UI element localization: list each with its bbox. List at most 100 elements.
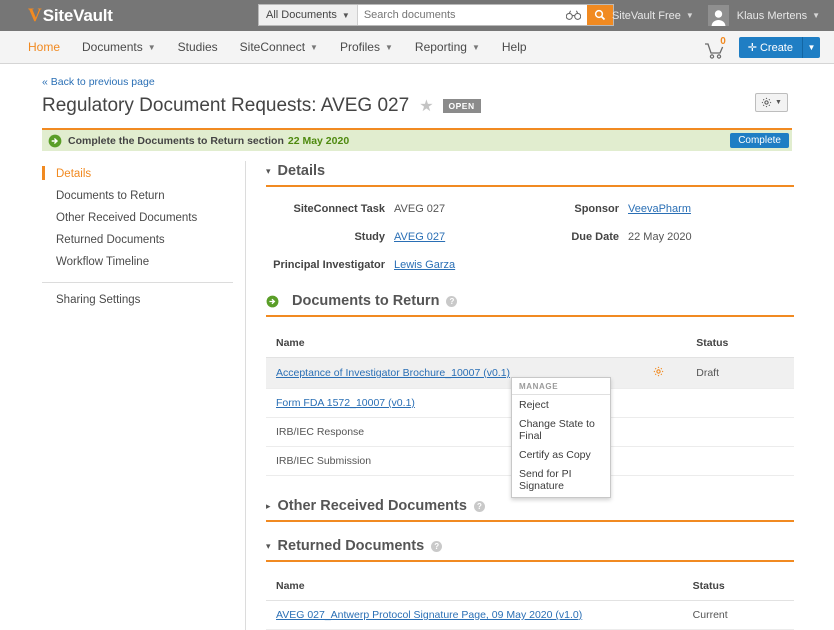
context-menu-item-change-state-to-final[interactable]: Change State to Final: [512, 414, 610, 445]
chevron-down-icon: ▼: [685, 11, 694, 20]
section-divider: [266, 520, 794, 522]
page-columns: Details Documents to Return Other Receiv…: [42, 161, 834, 630]
sidebar-item-workflow-timeline[interactable]: Workflow Timeline: [42, 251, 245, 273]
sidebar-item-documents-to-return[interactable]: Documents to Return: [42, 185, 245, 207]
binoculars-icon[interactable]: [560, 5, 587, 25]
nav-item-label: Documents: [82, 40, 143, 54]
row-actions-gear-icon[interactable]: [653, 366, 664, 380]
alert-bar: Complete the Documents to Return section…: [42, 128, 792, 151]
documents-to-return-section-header[interactable]: Documents to Return ?: [266, 293, 794, 309]
page-title-row: Regulatory Document Requests: AVEG 027 ★…: [42, 93, 834, 117]
field-study: Study AVEG 027: [266, 231, 530, 243]
sidebar-item-sharing-settings[interactable]: Sharing Settings: [42, 289, 245, 311]
document-status: Draft: [686, 357, 794, 389]
field-siteconnect-task: SiteConnect Task AVEG 027: [266, 203, 530, 215]
complete-button[interactable]: Complete: [730, 133, 789, 148]
sidebar-item-label: Workflow Timeline: [56, 256, 150, 268]
returned-documents-section-header[interactable]: ▾ Returned Documents ?: [266, 538, 794, 554]
nav-item-label: Reporting: [414, 40, 467, 54]
sitevault-logo-icon: V: [28, 5, 42, 26]
other-received-documents-section-title: Other Received Documents: [277, 498, 467, 514]
create-button-label: Create: [759, 41, 793, 54]
search-input[interactable]: [357, 5, 560, 25]
nav-item-documents[interactable]: Documents ▼: [82, 40, 156, 54]
document-status: Current: [682, 600, 794, 630]
column-header-status: Status: [682, 580, 794, 601]
field-value-link[interactable]: AVEG 027: [394, 231, 445, 243]
column-header-status: Status: [686, 337, 794, 358]
field-label: Due Date: [571, 231, 619, 243]
chevron-right-icon[interactable]: ▸: [266, 501, 271, 512]
nav-item-reporting[interactable]: Reporting ▼: [415, 40, 480, 54]
create-dropdown-toggle[interactable]: ▼: [802, 37, 820, 58]
sitevault-logo[interactable]: V SiteVault: [28, 6, 113, 26]
context-menu-item-certify-as-copy[interactable]: Certify as Copy: [512, 445, 610, 464]
global-search: All Documents ▼: [258, 4, 614, 26]
details-fields: SiteConnect Task AVEG 027 Study AVEG 027…: [266, 203, 794, 287]
back-link[interactable]: « Back to previous page: [42, 76, 834, 88]
field-value: AVEG 027: [394, 203, 446, 215]
nav-item-siteconnect[interactable]: SiteConnect ▼: [240, 40, 318, 54]
alert-message: Complete the Documents to Return section: [68, 134, 284, 147]
column-header-name: Name: [266, 580, 683, 601]
sidebar-item-details[interactable]: Details: [42, 163, 245, 185]
section-content: ▾ Details SiteConnect Task AVEG 027 Stud…: [246, 161, 834, 630]
sidebar-item-other-received-documents[interactable]: Other Received Documents: [42, 207, 245, 229]
document-link[interactable]: Acceptance of Investigator Brochure_1000…: [276, 367, 510, 379]
cart-count-badge: 0: [720, 35, 726, 47]
nav-item-help[interactable]: Help: [502, 40, 527, 54]
table-row[interactable]: AVEG 027_Antwerp Protocol Signature Page…: [266, 600, 794, 630]
chevron-down-icon: ▼: [471, 42, 480, 52]
context-menu-item-send-for-pi-signature[interactable]: Send for PI Signature: [512, 464, 610, 495]
details-section-header[interactable]: ▾ Details: [266, 163, 794, 179]
column-header-name: Name: [266, 337, 644, 358]
gear-icon: [761, 97, 772, 108]
field-value-link[interactable]: VeevaPharm: [628, 203, 691, 215]
cart-button[interactable]: 0: [703, 35, 727, 59]
field-label: Study: [354, 231, 385, 243]
help-icon[interactable]: ?: [473, 500, 485, 512]
nav-item-label: Profiles: [339, 40, 380, 54]
top-right-controls: SiteVault Free ▼ Klaus Mertens ▼: [612, 0, 820, 31]
arrow-circle-icon: [266, 295, 279, 308]
field-value-link[interactable]: Lewis Garza: [394, 259, 455, 271]
sidebar-item-returned-documents[interactable]: Returned Documents: [42, 229, 245, 251]
field-label: SiteConnect Task: [293, 203, 386, 215]
sidebar-item-label: Returned Documents: [56, 234, 165, 246]
other-received-documents-section-header[interactable]: ▸ Other Received Documents ?: [266, 498, 794, 514]
nav-item-home[interactable]: Home: [28, 40, 60, 54]
sidebar-divider: [42, 282, 233, 283]
nav-item-profiles[interactable]: Profiles ▼: [340, 40, 393, 54]
nav-item-label: Studies: [177, 40, 218, 54]
page-actions-button[interactable]: ▼: [755, 93, 788, 112]
chevron-down-icon[interactable]: ▾: [266, 166, 271, 177]
document-status: [686, 417, 794, 447]
help-icon[interactable]: ?: [431, 540, 443, 552]
chevron-down-icon: ▼: [147, 42, 156, 52]
plus-icon: ✛: [747, 42, 757, 54]
field-label: Principal Investigator: [273, 259, 385, 271]
favorite-star-icon[interactable]: ★: [419, 96, 433, 116]
main-navigation: Home Documents ▼ Studies SiteConnect ▼ P…: [0, 31, 834, 64]
document-link[interactable]: AVEG 027_Antwerp Protocol Signature Page…: [276, 609, 582, 621]
arrow-circle-icon: [48, 134, 62, 148]
help-icon[interactable]: ?: [446, 295, 458, 307]
context-menu-item-reject[interactable]: Reject: [512, 395, 610, 414]
chevron-down-icon[interactable]: ▾: [266, 541, 271, 552]
document-link[interactable]: Form FDA 1572_10007 (v0.1): [276, 397, 415, 409]
field-principal-investigator: Principal Investigator Lewis Garza: [266, 259, 530, 271]
nav-item-studies[interactable]: Studies: [178, 40, 218, 54]
section-sidebar: Details Documents to Return Other Receiv…: [42, 161, 246, 630]
search-button[interactable]: [586, 5, 613, 25]
page-title: Regulatory Document Requests: AVEG 027: [42, 95, 410, 116]
search-scope-dropdown[interactable]: All Documents ▼: [259, 5, 358, 25]
page-container: « Back to previous page Regulatory Docum…: [0, 64, 834, 630]
vault-selector[interactable]: SiteVault Free ▼: [612, 10, 694, 22]
row-context-menu: MANAGE Reject Change State to Final Cert…: [511, 377, 611, 498]
user-menu[interactable]: Klaus Mertens ▼: [737, 10, 820, 22]
nav-item-label: Help: [501, 40, 527, 54]
create-button[interactable]: ✛ Create ▼: [738, 37, 820, 58]
document-status: [686, 388, 794, 418]
avatar[interactable]: [707, 5, 729, 26]
create-button-main[interactable]: ✛ Create: [739, 37, 802, 58]
